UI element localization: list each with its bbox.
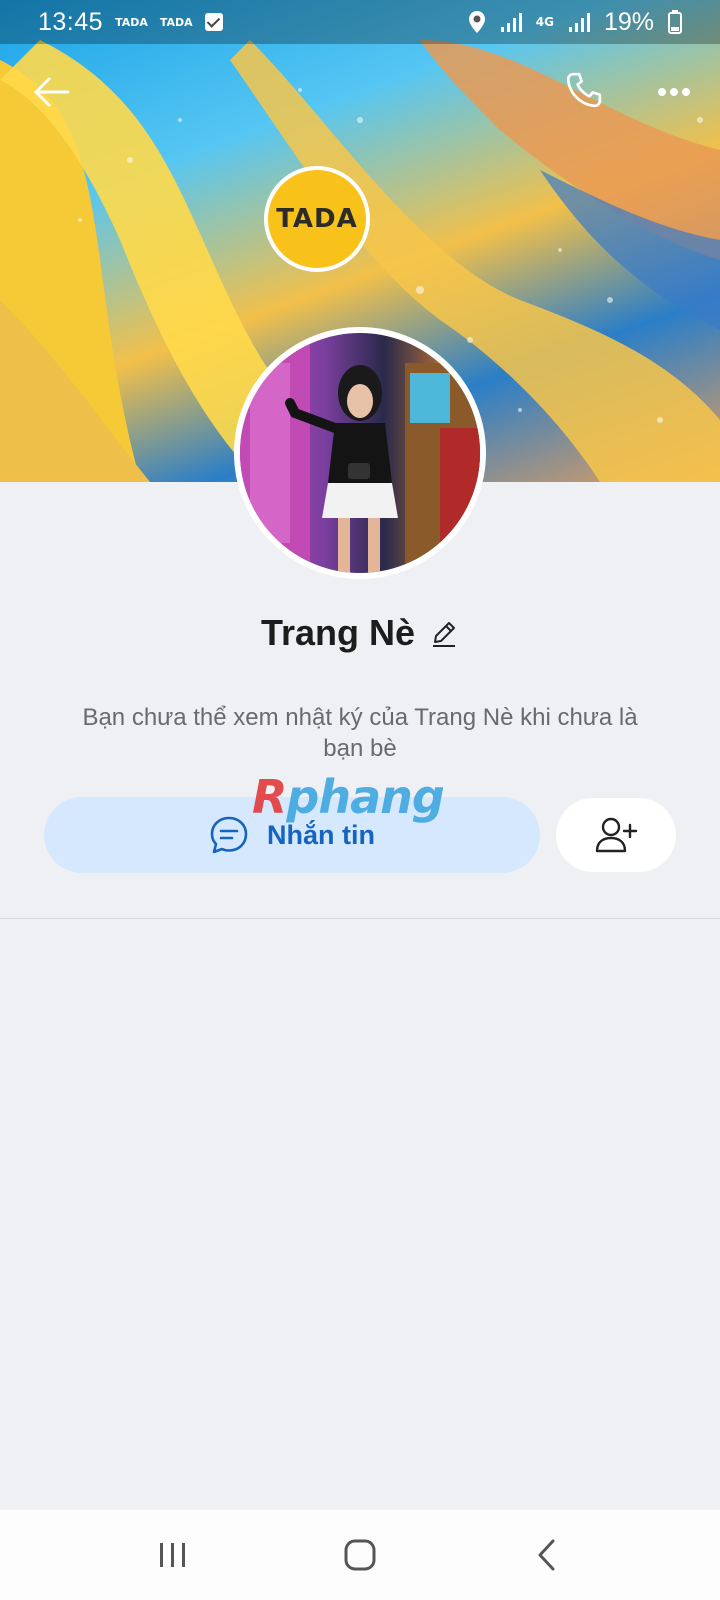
watermark-text: phang xyxy=(286,770,444,824)
more-horizontal-icon xyxy=(658,88,690,96)
battery-icon xyxy=(668,10,682,34)
edit-pencil-icon[interactable] xyxy=(429,618,459,648)
profile-name: Trang Nè xyxy=(260,612,416,653)
checkbox-notification-icon xyxy=(204,13,223,31)
signal-icon xyxy=(500,13,522,32)
system-nav-bar xyxy=(0,1510,720,1600)
arrow-left-icon xyxy=(34,77,70,107)
status-indicators: 4G 19% xyxy=(468,8,682,37)
back-button[interactable] xyxy=(30,70,74,114)
watermark-initial: R xyxy=(252,770,287,824)
chat-bubble-icon xyxy=(210,816,248,854)
profile-name-row: Trang Nè xyxy=(0,612,720,654)
watermark-logo: Rphang xyxy=(252,770,467,826)
network-type-label: 4G xyxy=(535,15,554,29)
nav-back-button[interactable] xyxy=(517,1525,577,1585)
home-icon xyxy=(344,1539,376,1571)
notification-app-label: TADA xyxy=(159,15,193,29)
status-time: 13:45 xyxy=(38,7,104,36)
profile-avatar[interactable] xyxy=(234,327,486,579)
status-bar: 13:45 TADA TADA 4G 19% xyxy=(0,0,720,44)
add-friend-button[interactable] xyxy=(556,798,676,872)
brand-logo: TADA xyxy=(264,166,370,272)
privacy-note: Bạn chưa thể xem nhật ký của Trang Nè kh… xyxy=(82,704,638,762)
back-icon xyxy=(538,1539,555,1571)
recent-apps-icon xyxy=(160,1543,186,1567)
more-options-button[interactable] xyxy=(652,70,696,114)
signal-icon xyxy=(568,13,590,32)
section-divider xyxy=(0,918,720,919)
recent-apps-button[interactable] xyxy=(143,1525,203,1585)
avatar-photo xyxy=(240,333,480,573)
phone-icon xyxy=(566,72,602,108)
home-button[interactable] xyxy=(330,1525,390,1585)
call-button[interactable] xyxy=(562,68,606,112)
notification-app-label: TADA xyxy=(115,15,148,29)
add-user-icon xyxy=(595,817,638,853)
battery-percent: 19% xyxy=(603,7,654,36)
location-icon xyxy=(468,11,485,33)
